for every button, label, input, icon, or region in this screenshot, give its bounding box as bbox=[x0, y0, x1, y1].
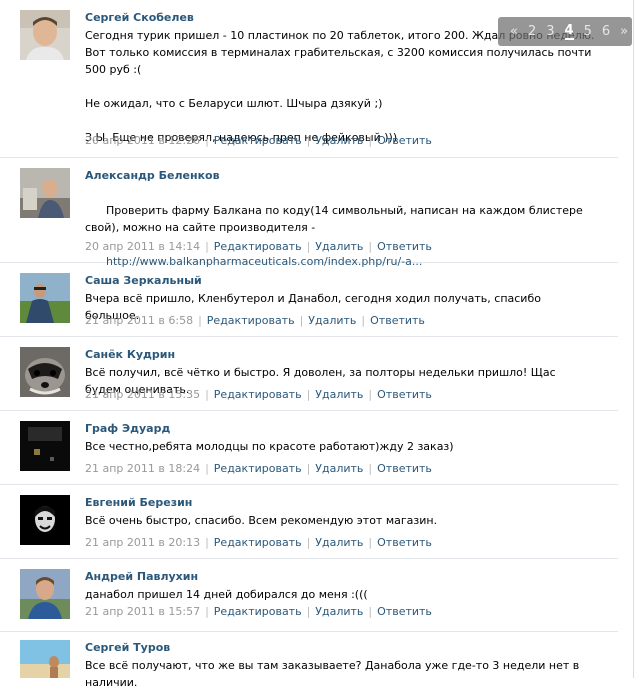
edit-button[interactable]: Редактировать bbox=[214, 536, 302, 549]
reply-button[interactable]: Ответить bbox=[370, 314, 425, 327]
post-author[interactable]: Сергей Скобелев bbox=[85, 11, 194, 24]
post-date: 20 апр 2011 в 14:14 bbox=[85, 240, 201, 253]
avatar[interactable] bbox=[20, 421, 70, 471]
avatar[interactable] bbox=[20, 640, 70, 678]
delete-button[interactable]: Удалить bbox=[315, 462, 363, 475]
post-meta: 21 апр 2011 в 6:58 | Редактировать | Удалить… bbox=[85, 314, 425, 327]
wall-post: Сергей Туров Все всё получают, что же вы… bbox=[0, 632, 618, 689]
wall-post: Санёк Кудрин Всё получил, всё чётко и бы… bbox=[0, 337, 618, 411]
edit-button[interactable]: Редактировать bbox=[214, 605, 302, 618]
wall-container: Сергей Скобелев Сегодня турик пришел - 1… bbox=[0, 0, 634, 689]
edit-button[interactable]: Редактировать bbox=[207, 314, 295, 327]
edit-button[interactable]: Редактировать bbox=[214, 462, 302, 475]
wall-post: Саша Зеркальный Вчера всё пришло, Кленбу… bbox=[0, 263, 618, 337]
post-meta: 21 апр 2011 в 15:57 | Редактировать | Удалит… bbox=[85, 605, 432, 618]
reply-button[interactable]: Ответить bbox=[377, 388, 432, 401]
reply-button[interactable]: Ответить bbox=[377, 536, 432, 549]
post-meta: 21 апр 2011 в 20:13 | Редактировать | Удалит… bbox=[85, 536, 432, 549]
avatar[interactable] bbox=[20, 569, 70, 619]
prev-page-button[interactable]: « bbox=[510, 24, 518, 39]
post-text: Все честно,ребята молодцы по красоте раб… bbox=[85, 440, 454, 453]
post-meta: 20 апр 2011 в 14:14 | Редактировать | Удалит… bbox=[85, 240, 432, 253]
edit-button[interactable]: Редактировать bbox=[214, 388, 302, 401]
wall-post: Александр Беленков Проверить фарму Балка… bbox=[0, 158, 618, 268]
next-page-button[interactable]: » bbox=[620, 24, 628, 39]
reply-button[interactable]: Ответить bbox=[377, 462, 432, 475]
avatar[interactable] bbox=[20, 168, 70, 218]
edit-button[interactable]: Редактировать bbox=[214, 134, 302, 147]
post-date: 21 апр 2011 в 6:58 bbox=[85, 314, 194, 327]
reply-button[interactable]: Ответить bbox=[377, 605, 432, 618]
post-author[interactable]: Александр Беленков bbox=[85, 169, 220, 182]
post-author[interactable]: Евгений Березин bbox=[85, 496, 192, 509]
page-link[interactable]: 5 bbox=[584, 24, 592, 39]
post-meta: 20 апр 2011 в 12:26 | Редактировать | Удалит… bbox=[85, 134, 432, 147]
post-date: 20 апр 2011 в 12:26 bbox=[85, 134, 201, 147]
delete-button[interactable]: Удалить bbox=[315, 388, 363, 401]
reply-button[interactable]: Ответить bbox=[377, 134, 432, 147]
delete-button[interactable]: Удалить bbox=[315, 605, 363, 618]
post-author[interactable]: Саша Зеркальный bbox=[85, 274, 202, 287]
pagination: « 2 3 4 5 6 » bbox=[498, 17, 632, 46]
post-date: 21 апр 2011 в 15:35 bbox=[85, 388, 201, 401]
page-link[interactable]: 2 bbox=[528, 24, 536, 39]
avatar[interactable] bbox=[20, 347, 70, 397]
post-meta: 21 апр 2011 в 18:24 | Редактировать | Удалит… bbox=[85, 462, 432, 475]
post-date: 21 апр 2011 в 18:24 bbox=[85, 462, 201, 475]
post-text-body: Проверить фарму Балкана по коду(14 симво… bbox=[85, 204, 587, 234]
wall-post: Андрей Павлухин данабол пришел 14 дней д… bbox=[0, 559, 618, 632]
page-link[interactable]: 3 bbox=[546, 24, 554, 39]
wall-post: Евгений Березин Всё очень быстро, спасиб… bbox=[0, 485, 618, 559]
edit-button[interactable]: Редактировать bbox=[214, 240, 302, 253]
delete-button[interactable]: Удалить bbox=[315, 240, 363, 253]
post-text: данабол пришел 14 дней добирался до меня… bbox=[85, 588, 368, 601]
post-author[interactable]: Сергей Туров bbox=[85, 641, 170, 654]
page-link[interactable]: 6 bbox=[602, 24, 610, 39]
post-meta: 21 апр 2011 в 15:35 | Редактировать | Удалит… bbox=[85, 388, 432, 401]
post-text: Всё очень быстро, спасибо. Всем рекоменд… bbox=[85, 514, 438, 527]
post-author[interactable]: Граф Эдуард bbox=[85, 422, 170, 435]
reply-button[interactable]: Ответить bbox=[377, 240, 432, 253]
current-page[interactable]: 4 bbox=[564, 23, 574, 40]
delete-button[interactable]: Удалить bbox=[308, 314, 356, 327]
wall-post: Граф Эдуард Все честно,ребята молодцы по… bbox=[0, 411, 618, 485]
post-text: Все всё получают, что же вы там заказыва… bbox=[85, 659, 583, 689]
post-date: 21 апр 2011 в 15:57 bbox=[85, 605, 201, 618]
delete-button[interactable]: Удалить bbox=[315, 134, 363, 147]
post-date: 21 апр 2011 в 20:13 bbox=[85, 536, 201, 549]
avatar[interactable] bbox=[20, 10, 70, 60]
avatar[interactable] bbox=[20, 273, 70, 323]
post-author[interactable]: Андрей Павлухин bbox=[85, 570, 198, 583]
avatar[interactable] bbox=[20, 495, 70, 545]
delete-button[interactable]: Удалить bbox=[315, 536, 363, 549]
post-author[interactable]: Санёк Кудрин bbox=[85, 348, 175, 361]
